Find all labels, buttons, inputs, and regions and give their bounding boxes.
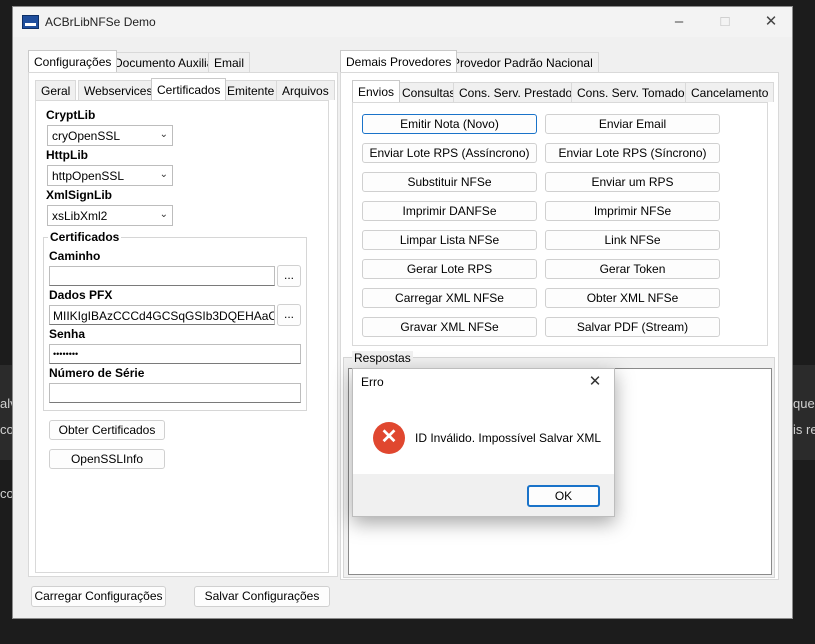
- tab-geral[interactable]: Geral: [35, 80, 77, 100]
- main-window: ACBrLibNFSe Demo – □ ✕ Configurações Doc…: [12, 6, 793, 619]
- maximize-icon: □: [720, 13, 730, 30]
- imprimir-danfse-button[interactable]: Imprimir DANFSe: [362, 201, 537, 221]
- httplib-label: HttpLib: [46, 148, 88, 162]
- gerar-token-button[interactable]: Gerar Token: [545, 259, 720, 279]
- app-logo-icon: [22, 15, 39, 29]
- certificados-groupbox: Certificados Caminho ... Dados PFX MIIKI…: [43, 230, 307, 411]
- caminho-label: Caminho: [49, 249, 101, 263]
- left-tab-strip: Configurações Documento Auxiliar Email: [28, 50, 328, 72]
- sub-tab-strip: Geral Webservices Certificados Emitente …: [35, 78, 335, 100]
- xmlsignlib-value: xsLibXml2: [52, 209, 108, 223]
- imprimir-nfse-button[interactable]: Imprimir NFSe: [545, 201, 720, 221]
- tab-arquivos[interactable]: Arquivos: [276, 80, 335, 100]
- senha-label: Senha: [49, 327, 86, 341]
- emitir-nota-novo-button[interactable]: Emitir Nota (Novo): [362, 114, 537, 134]
- close-icon[interactable]: ✕: [582, 371, 608, 393]
- substituir-nfse-button[interactable]: Substituir NFSe: [362, 172, 537, 192]
- gerar-lote-rps-button[interactable]: Gerar Lote RPS: [362, 259, 537, 279]
- dados-pfx-input[interactable]: MIIKIgIBAzCCCd4GCSqGSIb3DQEHAaCCCc8: [49, 305, 275, 325]
- chevron-down-icon: ⌄: [159, 169, 168, 180]
- xmlsignlib-label: XmlSignLib: [46, 188, 112, 202]
- chevron-down-icon: ⌄: [159, 209, 168, 220]
- link-nfse-button[interactable]: Link NFSe: [545, 230, 720, 250]
- dialog-footer: OK: [353, 474, 614, 516]
- envios-panel: Emitir Nota (Novo) Enviar Email Enviar L…: [352, 102, 768, 346]
- httplib-select[interactable]: httpOpenSSL ⌄: [47, 165, 173, 186]
- respostas-label: Respostas: [352, 351, 413, 365]
- enviar-lote-rps-sincrono-button[interactable]: Enviar Lote RPS (Síncrono): [545, 143, 720, 163]
- obter-certificados-button[interactable]: Obter Certificados: [49, 420, 165, 440]
- enviar-lote-rps-assincrono-button[interactable]: Enviar Lote RPS (Assíncrono): [362, 143, 537, 163]
- error-dialog: Erro ✕ ✕ ID Inválido. Impossível Salvar …: [352, 368, 615, 517]
- ok-button[interactable]: OK: [527, 485, 600, 507]
- certificados-group-title: Certificados: [48, 230, 122, 244]
- tab-envios[interactable]: Envios: [352, 80, 401, 102]
- tab-demais-provedores[interactable]: Demais Provedores: [340, 50, 458, 72]
- error-icon: ✕: [373, 422, 405, 454]
- tab-cons-serv-tomados[interactable]: Cons. Serv. Tomados: [571, 82, 697, 102]
- tab-certificados[interactable]: Certificados: [151, 78, 227, 100]
- salvar-pdf-stream-button[interactable]: Salvar PDF (Stream): [545, 317, 720, 337]
- chevron-down-icon: ⌄: [159, 129, 168, 140]
- tab-consultas[interactable]: Consultas: [396, 82, 462, 102]
- cryptlib-select[interactable]: cryOpenSSL ⌄: [47, 125, 173, 146]
- minimize-icon[interactable]: –: [656, 7, 702, 37]
- senha-input[interactable]: ••••••••: [49, 344, 301, 364]
- limpar-lista-nfse-button[interactable]: Limpar Lista NFSe: [362, 230, 537, 250]
- background-text: is re: [793, 422, 815, 437]
- tab-webservices[interactable]: Webservices: [78, 80, 159, 100]
- dialog-message: ID Inválido. Impossível Salvar XML: [415, 431, 602, 445]
- carregar-xml-nfse-button[interactable]: Carregar XML NFSe: [362, 288, 537, 308]
- numero-serie-label: Número de Série: [49, 366, 145, 380]
- close-icon[interactable]: ✕: [748, 7, 794, 37]
- enviar-email-button[interactable]: Enviar Email: [545, 114, 720, 134]
- tab-emitente[interactable]: Emitente: [221, 80, 281, 100]
- caminho-input[interactable]: [49, 266, 275, 286]
- dados-pfx-browse-button[interactable]: ...: [277, 304, 301, 326]
- dialog-title: Erro: [361, 375, 384, 389]
- configuracoes-panel: Geral Webservices Certificados Emitente …: [28, 72, 338, 577]
- xmlsignlib-select[interactable]: xsLibXml2 ⌄: [47, 205, 173, 226]
- background-text: que: [793, 396, 815, 411]
- gravar-xml-nfse-button[interactable]: Gravar XML NFSe: [362, 317, 537, 337]
- tab-cons-serv-prestados[interactable]: Cons. Serv. Prestados: [453, 82, 585, 102]
- tab-documento-auxiliar[interactable]: Documento Auxiliar: [108, 52, 224, 72]
- dados-pfx-label: Dados PFX: [49, 288, 113, 302]
- right-tab-strip: Demais Provedores Provedor Padrão Nacion…: [340, 50, 780, 72]
- tab-provedor-padrao-nacional[interactable]: Provedor Padrão Nacional: [446, 52, 599, 72]
- numero-serie-input[interactable]: [49, 383, 301, 403]
- certificados-panel: CryptLib cryOpenSSL ⌄ HttpLib httpOpenSS…: [35, 100, 329, 573]
- cryptlib-label: CryptLib: [46, 108, 96, 122]
- enviar-um-rps-button[interactable]: Enviar um RPS: [545, 172, 720, 192]
- caminho-browse-button[interactable]: ...: [277, 265, 301, 287]
- openssl-info-button[interactable]: OpenSSLInfo: [49, 449, 165, 469]
- httplib-value: httpOpenSSL: [52, 169, 125, 183]
- cryptlib-value: cryOpenSSL: [52, 129, 121, 143]
- title-bar[interactable]: ACBrLibNFSe Demo – □ ✕: [13, 7, 792, 37]
- tab-cancelamento[interactable]: Cancelamento: [685, 82, 775, 102]
- window-title: ACBrLibNFSe Demo: [45, 15, 156, 29]
- obter-xml-nfse-button[interactable]: Obter XML NFSe: [545, 288, 720, 308]
- right-sub-tab-strip: Envios Consultas Cons. Serv. Prestados C…: [352, 80, 777, 102]
- tab-email[interactable]: Email: [208, 52, 251, 72]
- salvar-configuracoes-button[interactable]: Salvar Configurações: [194, 586, 330, 607]
- carregar-configuracoes-button[interactable]: Carregar Configurações: [31, 586, 166, 607]
- tab-configuracoes[interactable]: Configurações: [28, 50, 118, 72]
